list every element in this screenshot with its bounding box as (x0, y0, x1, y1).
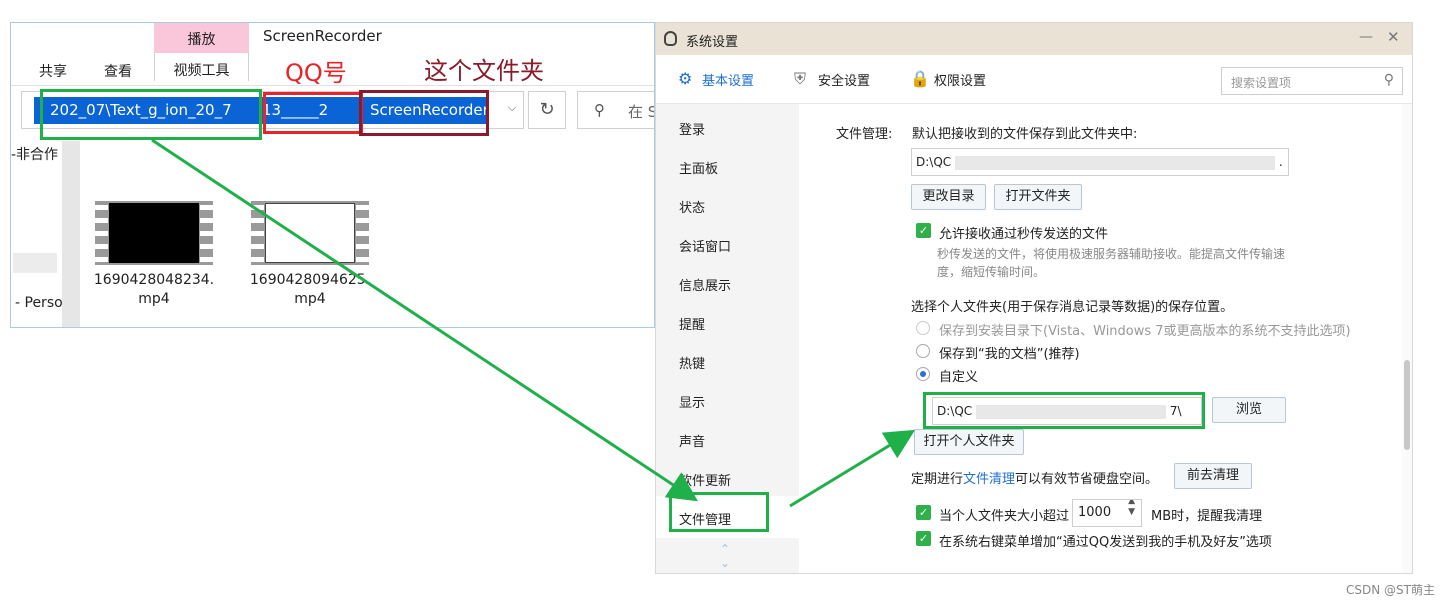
arrow-file-management-to-path (789, 429, 916, 508)
watermark: CSDN @ST萌主 (1346, 583, 1435, 597)
arrow-folder-to-file-management (151, 138, 699, 502)
annotation-arrows (151, 138, 916, 508)
